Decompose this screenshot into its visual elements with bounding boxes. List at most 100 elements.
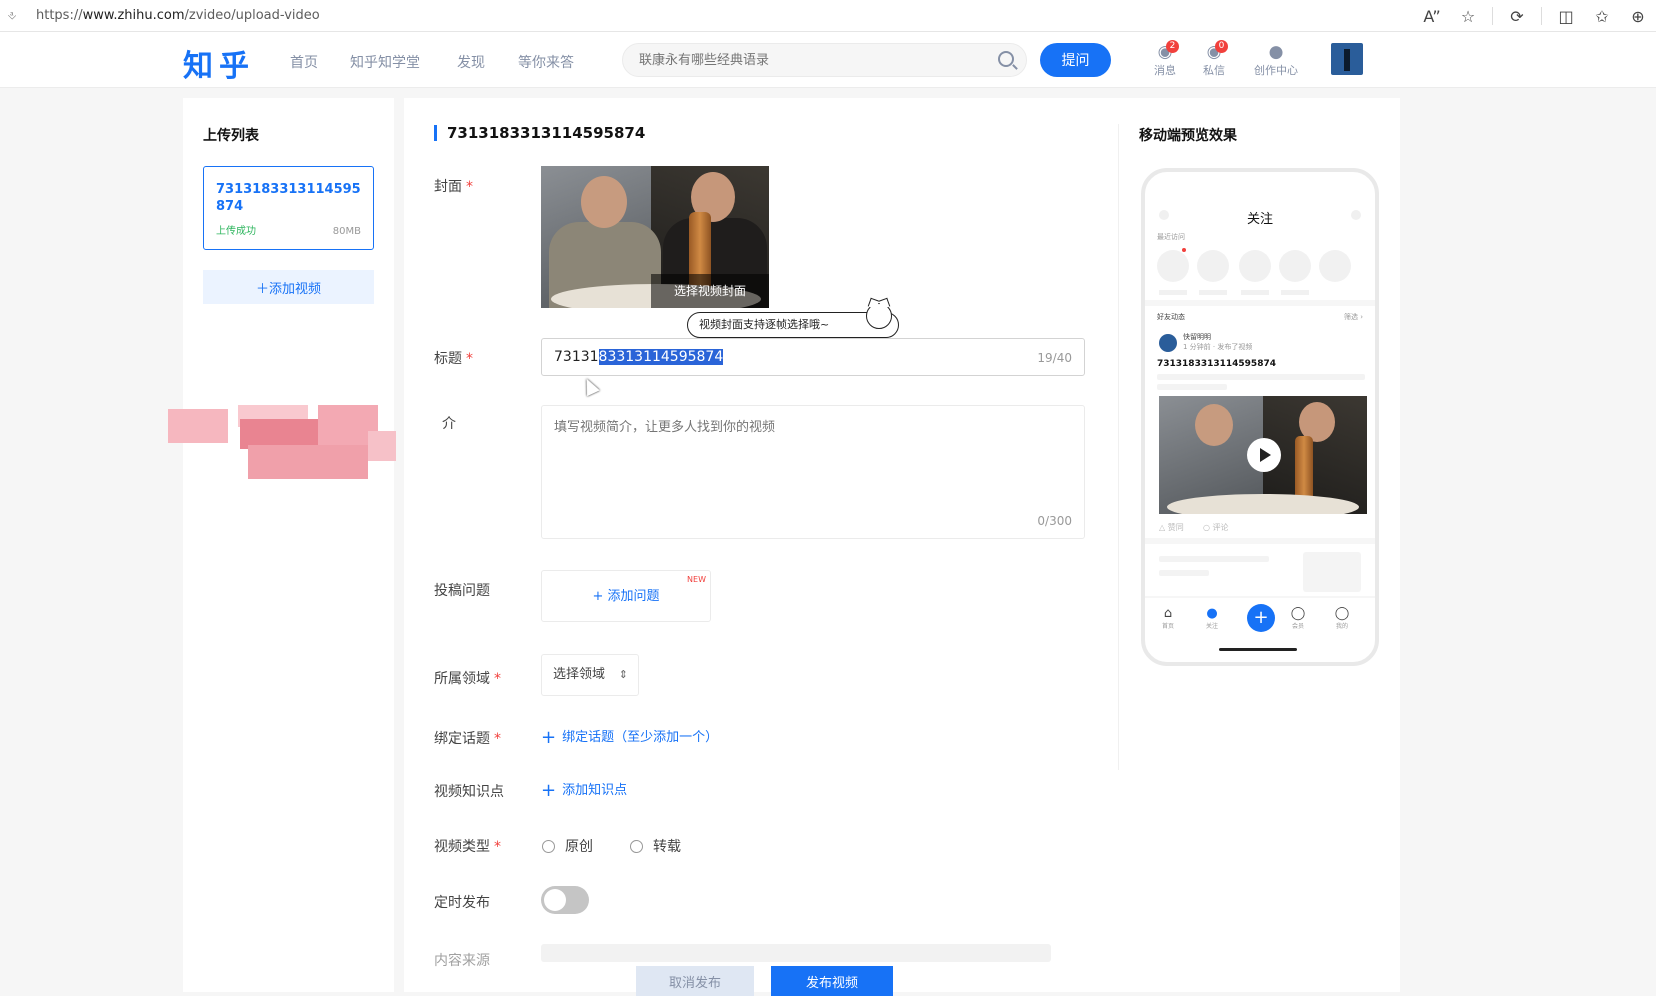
avatar[interactable]	[1331, 43, 1363, 75]
section-separator	[1145, 300, 1375, 306]
feed-video-title: 7313183313114595874	[1157, 359, 1276, 369]
domain-select[interactable]: 选择领域 ⇕	[541, 654, 639, 696]
play-icon	[1247, 438, 1281, 472]
inbox-badge: 0	[1215, 40, 1228, 53]
search-input[interactable]	[639, 44, 979, 76]
messages-label: 消息	[1154, 64, 1176, 77]
knowledge-label: 视频知识点	[434, 784, 504, 800]
toolbar-divider	[1541, 7, 1542, 25]
phone-plus-icon: +	[1247, 604, 1275, 632]
home-indicator	[1219, 648, 1297, 651]
upload-item-name: 7313183313114595874	[216, 182, 361, 214]
nav-waiting-answers[interactable]: 等你来答	[518, 52, 574, 72]
feed-user-name: 快留明明	[1183, 333, 1211, 341]
title-input[interactable]: 7313183313114595874 19/40	[541, 338, 1085, 376]
description-input[interactable]	[542, 406, 1084, 538]
comment-count: ○ 评论	[1203, 523, 1229, 532]
mouse-cursor	[580, 375, 600, 397]
sort-arrows-icon: ⇕	[618, 668, 628, 681]
creator-center-button[interactable]: ● 创作中心	[1250, 42, 1302, 78]
add-video-button[interactable]: ＋添加视频	[203, 270, 374, 304]
upload-list-title: 上传列表	[203, 128, 259, 144]
mobile-preview-phone: 关注 最近访问 好友动态 筛选 › 快留明明 1 分钟前 · 发布了视频 731…	[1141, 168, 1379, 666]
title-char-count: 19/40	[1037, 351, 1072, 365]
search-box	[622, 43, 1027, 77]
upload-item-status: 上传成功	[216, 226, 256, 237]
story-avatar	[1319, 250, 1351, 282]
title-label: 标题 *	[434, 351, 473, 367]
story-avatar	[1157, 250, 1189, 282]
nav-home[interactable]: 首页	[290, 52, 318, 72]
creator-label: 创作中心	[1254, 64, 1298, 77]
cover-thumbnail[interactable]: 选择视频封面	[541, 166, 769, 308]
source-label: 内容来源	[434, 953, 490, 969]
messages-badge: 2	[1166, 40, 1179, 53]
plus-icon: +	[541, 780, 557, 801]
extensions-icon[interactable]: ⊕	[1620, 7, 1656, 26]
favorites-icon[interactable]: ✩	[1584, 7, 1620, 26]
choose-cover-button[interactable]: 选择视频封面	[651, 274, 769, 308]
radio-circle	[630, 839, 643, 853]
topic-label: 绑定话题 *	[434, 731, 501, 747]
read-aloud-icon[interactable]: A”	[1414, 7, 1450, 26]
type-original-radio[interactable]: 原创	[542, 836, 593, 856]
submit-question-label: 投稿问题	[434, 583, 490, 599]
privacy-mosaic	[168, 405, 408, 479]
inbox-label: 私信	[1203, 64, 1225, 77]
refresh-icon[interactable]: ⟳	[1499, 7, 1535, 26]
unread-dot	[1182, 248, 1186, 252]
upload-item-size: 80MB	[332, 226, 361, 237]
url-field[interactable]: https://www.zhihu.com/zvideo/upload-vide…	[36, 8, 320, 23]
browser-address-bar: ⎀ https://www.zhihu.com/zvideo/upload-vi…	[0, 0, 1656, 32]
phone-tab-home: ⌂ 首页	[1161, 606, 1174, 630]
site-header: 知乎 首页 知乎知学堂 发现 等你来答 提问 ◉ 2 消息 ◉ 0 私信 ● 创…	[0, 32, 1656, 88]
schedule-label: 定时发布	[434, 895, 490, 911]
type-repost-radio[interactable]: 转载	[630, 836, 681, 856]
cover-tooltip: 视频封面支持逐帧选择哦~	[687, 303, 899, 338]
phone-tab-me: ◯ 我的	[1334, 606, 1350, 630]
phone-tab-follow: ● 关注	[1205, 606, 1218, 630]
search-icon[interactable]	[998, 51, 1014, 67]
bottom-action-bar: 内容来源	[404, 953, 1400, 992]
section-separator	[1145, 538, 1375, 544]
creator-icon: ●	[1268, 42, 1284, 62]
description-label: 介	[442, 416, 456, 432]
upload-item-card[interactable]: 7313183313114595874 上传成功 80MB	[203, 166, 374, 250]
bell-icon: ◉	[1157, 42, 1173, 62]
feed-label: 好友动态	[1157, 313, 1185, 321]
nav-zhixuetang[interactable]: 知乎知学堂	[350, 52, 420, 72]
story-avatar	[1197, 250, 1229, 282]
inbox-button[interactable]: ◉ 0 私信	[1192, 40, 1236, 78]
zhihu-logo[interactable]: 知乎	[183, 41, 255, 85]
bind-topic-link[interactable]: + 绑定话题（至少添加一个）	[541, 726, 718, 748]
feed-avatar	[1159, 334, 1177, 352]
source-row[interactable]	[541, 944, 1051, 962]
description-box: 0/300	[541, 405, 1085, 539]
favorite-star-icon[interactable]: ☆	[1450, 7, 1486, 26]
feed-video-thumbnail	[1159, 396, 1367, 514]
phone-tab-vip: ◯ 会员	[1290, 606, 1306, 630]
cat-icon	[866, 303, 892, 329]
schedule-toggle[interactable]	[541, 886, 589, 914]
feed-user-meta: 1 分钟前 · 发布了视频	[1183, 343, 1253, 351]
story-avatar	[1279, 250, 1311, 282]
cover-label: 封面 *	[434, 179, 473, 195]
chat-icon: ◉	[1206, 42, 1222, 62]
radio-circle	[542, 839, 555, 853]
description-char-count: 0/300	[1037, 514, 1072, 528]
upload-list-panel: 上传列表 7313183313114595874 上传成功 80MB ＋添加视频	[183, 98, 394, 992]
story-avatar	[1239, 250, 1271, 282]
like-count: △ 赞同	[1159, 523, 1184, 532]
nav-discover[interactable]: 发现	[457, 52, 485, 72]
add-knowledge-link[interactable]: + 添加知识点	[541, 779, 627, 801]
split-screen-icon[interactable]: ◫	[1548, 7, 1584, 26]
plus-icon: +	[541, 727, 557, 748]
page-title: 7313183313114595874	[434, 125, 645, 141]
title-selection: 83313114595874	[598, 349, 724, 365]
add-question-button[interactable]: + 添加问题 NEW	[541, 570, 711, 622]
panel-divider	[1118, 124, 1119, 770]
messages-button[interactable]: ◉ 2 消息	[1143, 40, 1187, 78]
lock-icon[interactable]: ⎀	[6, 9, 18, 23]
ask-question-button[interactable]: 提问	[1040, 43, 1111, 77]
recent-label: 最近访问	[1157, 233, 1185, 241]
